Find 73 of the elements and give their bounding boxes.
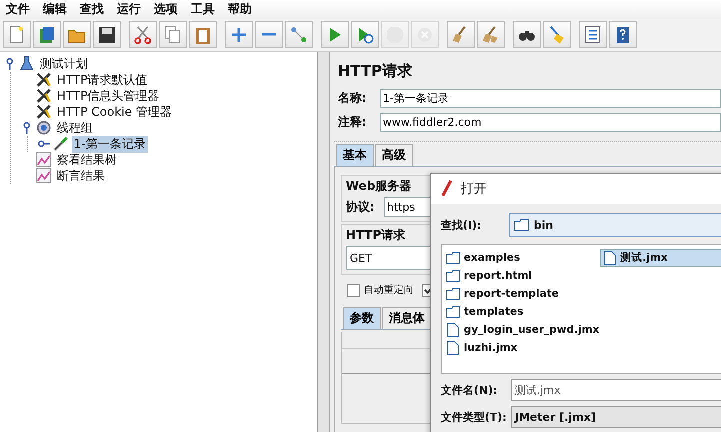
pipette-icon [53, 136, 69, 152]
tree-handle-icon[interactable] [21, 122, 33, 134]
field-label: 注释: [338, 114, 368, 131]
pen-icon [441, 180, 453, 198]
gear-icon [36, 120, 52, 136]
list-icon [583, 24, 603, 44]
tree-handle-icon[interactable] [4, 58, 16, 70]
menu-item[interactable]: 运行 [117, 1, 141, 18]
tree-item[interactable]: HTTP信息头管理器 [55, 88, 162, 104]
file-item[interactable]: report-template [444, 285, 574, 303]
book-icon [37, 24, 57, 44]
copy-icon [163, 24, 183, 44]
chart-icon [36, 168, 52, 184]
text-field[interactable]: 1-第一条记录 [380, 89, 721, 108]
toolbar-button[interactable] [609, 21, 637, 48]
file-item[interactable]: templates [444, 303, 574, 321]
checkbox[interactable] [347, 284, 360, 296]
menu-item[interactable]: 帮助 [228, 1, 252, 18]
menu-item[interactable]: 编辑 [43, 1, 67, 18]
folder-icon [446, 286, 461, 302]
connector-icon [289, 24, 309, 44]
tools-icon [36, 88, 52, 104]
folder-icon [446, 250, 461, 266]
menu-item[interactable]: 文件 [6, 1, 30, 18]
field-label: 名称: [338, 90, 368, 107]
toolbar-button[interactable] [513, 21, 541, 48]
file-item[interactable]: gy_login_user_pwd.jmx [444, 321, 600, 339]
tree-item[interactable]: 察看结果树 [55, 152, 119, 168]
dialog-title: 打开 [461, 181, 487, 198]
toolbar-button[interactable] [93, 21, 121, 48]
file-icon [446, 322, 461, 338]
text-field[interactable]: www.fiddler2.com [380, 113, 721, 132]
tab[interactable]: 基本 [336, 144, 374, 166]
tree-item[interactable]: 线程组 [55, 120, 95, 136]
tree-item[interactable]: HTTP请求默认值 [55, 72, 150, 88]
file-item[interactable]: luzhi.jmx [444, 339, 574, 357]
group-title: Web服务器 [346, 178, 412, 195]
tab[interactable]: 消息体 [382, 307, 432, 329]
tools-icon [36, 104, 52, 120]
file-icon [602, 250, 618, 266]
group-title: HTTP请求 [346, 227, 406, 244]
tree-item[interactable]: 1-第一条记录 [72, 136, 148, 152]
tab[interactable]: 高级 [375, 144, 413, 166]
field-label: 协议: [346, 198, 376, 216]
menu-item[interactable]: 工具 [191, 1, 215, 18]
field-label: 文件类型(T): [441, 410, 505, 424]
menu-item[interactable]: 查找 [80, 1, 104, 18]
file-item[interactable]: report.html [444, 267, 574, 285]
flask-icon [19, 56, 35, 72]
panel-title: HTTP请求 [337, 61, 414, 82]
broom-icon [481, 24, 501, 44]
tree-item[interactable]: 断言结果 [55, 168, 107, 184]
menu-item[interactable]: 选项 [154, 1, 178, 18]
minus-icon [262, 33, 276, 36]
field-label: 查找(I): [441, 218, 483, 232]
file-icon [446, 340, 461, 356]
file-name-field[interactable]: 测试.jmx [511, 379, 721, 401]
field-label: 文件名(N): [441, 382, 499, 398]
checkbox-label: 自动重定向 [364, 284, 414, 297]
toolbar-button[interactable] [579, 21, 607, 48]
tab[interactable]: 参数 [343, 307, 381, 329]
chart-icon [36, 152, 52, 168]
tree-handle-icon[interactable] [38, 138, 50, 150]
tree-item[interactable]: 测试计划 [38, 56, 90, 72]
look-in-dropdown[interactable]: bin [509, 213, 721, 237]
scissors-icon [133, 24, 153, 44]
folder-icon [446, 304, 461, 320]
folder-icon [514, 218, 530, 232]
tools-icon [36, 72, 52, 88]
tree-item[interactable]: HTTP Cookie 管理器 [55, 104, 174, 120]
file-item[interactable]: 测试.jmx [600, 249, 721, 267]
file-type-dropdown[interactable]: JMeter [.jmx] [511, 406, 721, 428]
file-item[interactable]: examples [444, 249, 574, 267]
